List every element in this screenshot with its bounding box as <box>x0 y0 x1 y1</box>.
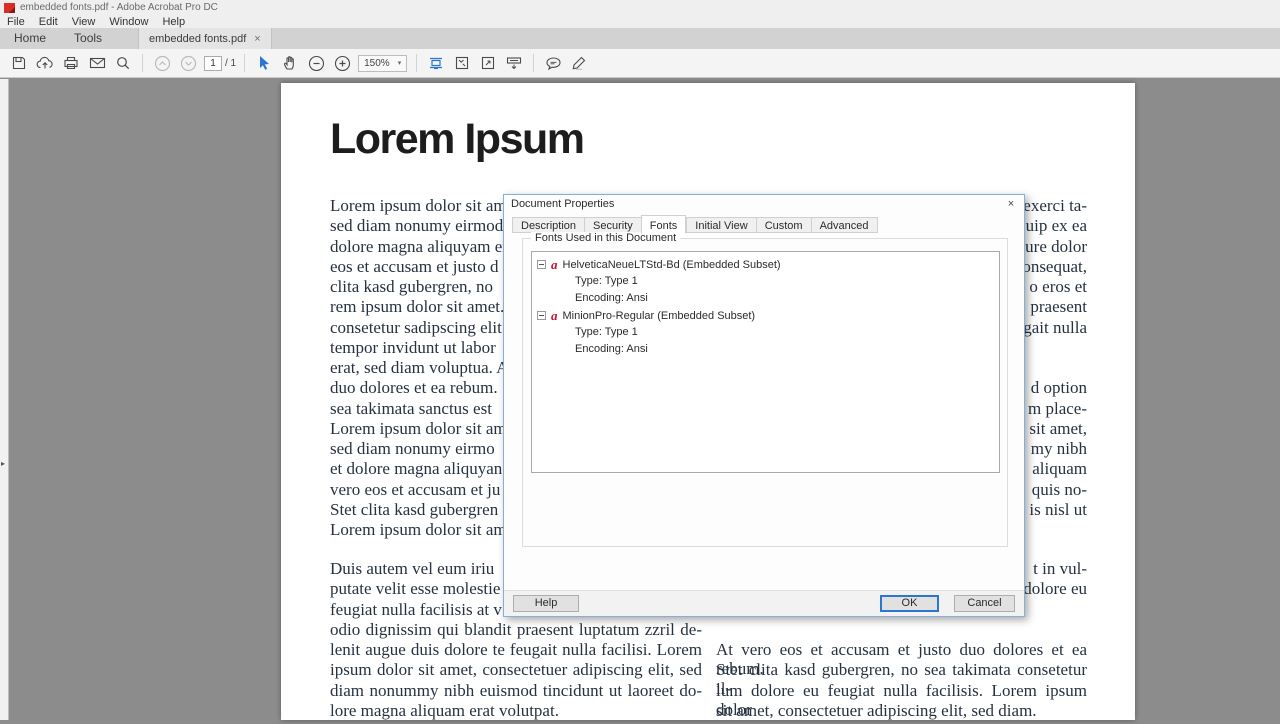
select-tool-button[interactable] <box>252 52 276 74</box>
tab-initial-view[interactable]: Initial View <box>686 217 755 233</box>
dialog-title: Document Properties <box>511 198 614 210</box>
cancel-button[interactable]: Cancel <box>954 595 1015 612</box>
previous-page-button[interactable] <box>150 52 174 74</box>
document-heading: Lorem Ipsum <box>330 115 584 164</box>
hand-tool-button[interactable] <box>278 52 302 74</box>
page-up-icon <box>154 55 171 72</box>
menu-file[interactable]: File <box>0 16 32 28</box>
zoom-out-icon <box>308 55 325 72</box>
printer-icon <box>63 55 79 71</box>
text-line: odio dignissim qui blandit praesent lupt… <box>330 620 702 639</box>
fit-width-button[interactable] <box>502 52 526 74</box>
pencil-icon <box>571 55 587 71</box>
zoom-level-select[interactable]: 150% ▾ <box>358 55 407 72</box>
comment-button[interactable] <box>541 52 565 74</box>
toolbar-separator <box>142 54 143 72</box>
main-toolbar: 1 / 1 150% ▾ <box>0 49 1280 78</box>
font-tree-list[interactable]: a HelveticaNeueLTStd-Bd (Embedded Subset… <box>531 251 1000 473</box>
collapse-minus-icon[interactable] <box>537 260 546 269</box>
toolbar-separator <box>533 54 534 72</box>
app-tab-bar: Home Tools embedded fonts.pdf × <box>0 28 1280 49</box>
text-line: diam nonummy nibh euismod tincidunt ut l… <box>330 681 702 700</box>
expand-pane-icon[interactable]: ▸ <box>1 459 5 468</box>
type1-font-icon: a <box>551 259 558 270</box>
share-cloud-button[interactable] <box>33 52 57 74</box>
tab-document[interactable]: embedded fonts.pdf × <box>138 28 272 49</box>
font-encoding: Encoding: Ansi <box>537 341 999 358</box>
menu-edit[interactable]: Edit <box>32 16 65 28</box>
tab-tools[interactable]: Tools <box>60 28 116 49</box>
save-icon <box>11 55 27 71</box>
type1-font-icon: a <box>551 310 558 321</box>
tab-home[interactable]: Home <box>0 28 60 49</box>
email-button[interactable] <box>85 52 109 74</box>
zoom-in-icon <box>334 55 351 72</box>
zoom-out-button[interactable] <box>304 52 328 74</box>
dialog-button-bar: Help OK Cancel <box>504 590 1024 616</box>
tab-custom[interactable]: Custom <box>756 217 811 233</box>
help-button[interactable]: Help <box>513 595 579 612</box>
highlight-button[interactable] <box>567 52 591 74</box>
fit-page-blue-icon <box>428 55 444 71</box>
text-line: ipsum dolor sit amet, consectetuer adipi… <box>330 660 702 679</box>
search-icon <box>115 55 131 71</box>
cloud-upload-icon <box>36 55 54 71</box>
menu-view[interactable]: View <box>65 16 103 28</box>
menu-bar: File Edit View Window Help <box>0 15 1280 28</box>
tab-advanced[interactable]: Advanced <box>811 217 878 233</box>
font-type: Type: Type 1 <box>537 273 999 290</box>
expand-icon <box>480 55 496 71</box>
font-encoding: Encoding: Ansi <box>537 290 999 307</box>
next-page-button[interactable] <box>176 52 200 74</box>
dialog-tab-strip: Description Security Fonts Initial View … <box>512 215 878 233</box>
full-screen-button[interactable] <box>476 52 500 74</box>
font-name: MinionPro-Regular (Embedded Subset) <box>563 310 756 322</box>
chevron-down-icon: ▾ <box>398 59 402 67</box>
text-line: lore magna aliquam erat volutpat. <box>330 701 702 720</box>
toolbar-separator <box>416 54 417 72</box>
menu-window[interactable]: Window <box>102 16 155 28</box>
text-line: sit amet, consectetuer adipiscing elit, … <box>716 701 1087 720</box>
font-tree-row[interactable]: a MinionPro-Regular (Embedded Subset) <box>537 307 999 324</box>
scrolling-mode-button[interactable] <box>424 52 448 74</box>
navigation-pane-collapsed[interactable]: ▸ <box>0 79 9 720</box>
close-icon[interactable]: × <box>254 33 260 45</box>
dialog-close-button[interactable]: × <box>998 195 1024 212</box>
toolbar-separator <box>244 54 245 72</box>
zoom-in-button[interactable] <box>330 52 354 74</box>
page-number-input[interactable]: 1 <box>204 56 222 71</box>
tab-document-label: embedded fonts.pdf <box>149 33 246 45</box>
page-down-icon <box>180 55 197 72</box>
font-name: HelveticaNeueLTStd-Bd (Embedded Subset) <box>563 259 781 271</box>
page-total-label: / 1 <box>225 58 236 69</box>
collapse-minus-icon[interactable] <box>537 311 546 320</box>
fit-one-page-button[interactable] <box>450 52 474 74</box>
hand-icon <box>282 55 298 71</box>
document-properties-dialog: Document Properties × Description Securi… <box>503 194 1025 617</box>
shrink-page-icon <box>454 55 470 71</box>
font-type: Type: Type 1 <box>537 324 999 341</box>
font-tree-row[interactable]: a HelveticaNeueLTStd-Bd (Embedded Subset… <box>537 256 999 273</box>
dialog-titlebar[interactable]: Document Properties <box>504 195 1024 212</box>
cursor-arrow-icon <box>257 55 271 71</box>
tab-security[interactable]: Security <box>584 217 641 233</box>
document-canvas: ▸ Lorem Ipsum Lorem ipsum dolor sit amse… <box>0 79 1280 720</box>
window-titlebar: embedded fonts.pdf - Adobe Acrobat Pro D… <box>0 0 1280 15</box>
envelope-icon <box>89 56 106 70</box>
text-line: lenit augue duis dolore te feugait nulla… <box>330 640 702 659</box>
acrobat-app-icon <box>4 3 15 13</box>
comment-bubble-icon <box>545 56 562 71</box>
tab-description[interactable]: Description <box>512 217 584 233</box>
zoom-level-value: 150% <box>364 58 390 69</box>
print-button[interactable] <box>59 52 83 74</box>
window-title: embedded fonts.pdf - Adobe Acrobat Pro D… <box>20 2 218 13</box>
save-button[interactable] <box>7 52 31 74</box>
ok-button[interactable]: OK <box>880 595 939 612</box>
close-icon: × <box>1008 198 1014 210</box>
menu-help[interactable]: Help <box>155 16 192 28</box>
tab-fonts[interactable]: Fonts <box>641 215 687 234</box>
search-button[interactable] <box>111 52 135 74</box>
fit-width-icon <box>505 55 523 71</box>
